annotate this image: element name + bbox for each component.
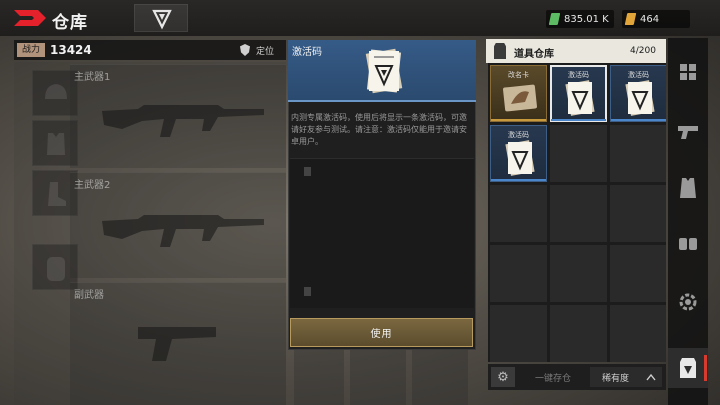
use-button[interactable]: 使用 bbox=[290, 318, 473, 347]
tab-all[interactable] bbox=[668, 52, 708, 92]
inventory-item-activation-code[interactable]: 激活码 bbox=[490, 125, 547, 182]
tab-ammo[interactable] bbox=[668, 224, 708, 264]
green-bill-icon bbox=[548, 13, 561, 25]
gear-icon: ⚙ bbox=[497, 369, 509, 385]
chevron-up-icon bbox=[646, 373, 656, 381]
tab-parts[interactable] bbox=[668, 282, 708, 322]
activation-code-card-icon bbox=[365, 48, 403, 94]
tab-items[interactable] bbox=[668, 348, 708, 388]
empty-inventory-slot[interactable] bbox=[550, 125, 607, 182]
inventory-item-activation-code[interactable]: 激活码 bbox=[550, 65, 607, 122]
secondary-weapon-label: 副武器 bbox=[74, 290, 104, 301]
inventory-bag-icon bbox=[494, 43, 506, 59]
red-d-logo-icon bbox=[14, 10, 46, 26]
activation-code-card-icon bbox=[625, 80, 655, 116]
rarity-bar bbox=[611, 119, 666, 121]
settings-button[interactable]: ⚙ bbox=[491, 367, 515, 387]
rifle-icon bbox=[102, 215, 264, 247]
popup-description: 内测专属激活码，使用后将显示一条激活码，可邀请好友参与测试。请注意：激活码仅能用… bbox=[291, 113, 467, 146]
power-label: 战力 bbox=[17, 43, 45, 57]
bag-icon bbox=[680, 358, 696, 378]
power-value: 13424 bbox=[50, 43, 92, 57]
green-currency: 835.01 K bbox=[546, 10, 614, 28]
inventory-item-rename-card[interactable]: 改名卡 bbox=[490, 65, 547, 122]
empty-inventory-slot[interactable] bbox=[550, 185, 607, 242]
tab-weapons[interactable] bbox=[668, 112, 708, 152]
sort-rarity-button[interactable]: 稀有度 bbox=[590, 367, 662, 387]
empty-inventory-slot[interactable] bbox=[490, 245, 547, 302]
active-tab-marker bbox=[704, 355, 707, 381]
ammo-icon bbox=[679, 238, 697, 250]
pistol-icon bbox=[138, 327, 216, 361]
inventory-grid: 改名卡 激活码 激活码 激活码 bbox=[488, 63, 666, 362]
gold-currency: 464 bbox=[622, 10, 690, 28]
sort-label: 稀有度 bbox=[602, 373, 630, 384]
rarity-bar bbox=[491, 119, 546, 121]
page-title: 仓库 bbox=[52, 13, 88, 33]
rename-card-icon bbox=[503, 84, 537, 112]
small-slot-icon bbox=[304, 167, 311, 176]
empty-inventory-slot[interactable] bbox=[610, 125, 666, 182]
vest-icon bbox=[680, 178, 696, 198]
gear-icon bbox=[679, 293, 697, 311]
pistol-icon bbox=[678, 126, 698, 139]
shield-icon bbox=[240, 44, 250, 56]
filter-button[interactable] bbox=[134, 4, 188, 32]
locate-label: 定位 bbox=[256, 46, 275, 57]
inventory-title: 道具仓库 bbox=[514, 49, 554, 60]
activation-code-card-icon bbox=[505, 140, 535, 176]
primary-weapon-2-label: 主武器2 bbox=[74, 180, 111, 191]
inventory-item-activation-code[interactable]: 激活码 bbox=[610, 65, 666, 122]
activation-code-card-icon bbox=[565, 80, 595, 116]
inventory-count: 4/200 bbox=[630, 46, 656, 56]
empty-inventory-slot[interactable] bbox=[610, 245, 666, 302]
store-all-button[interactable]: 一键存仓 bbox=[522, 367, 584, 387]
empty-inventory-slot[interactable] bbox=[610, 305, 666, 362]
locate-button[interactable]: 定位 bbox=[240, 42, 286, 58]
popup-title: 激活码 bbox=[292, 47, 322, 58]
primary-weapon-1-label: 主武器1 bbox=[74, 72, 111, 83]
gold-currency-value: 464 bbox=[640, 13, 660, 25]
empty-inventory-slot[interactable] bbox=[610, 185, 666, 242]
rarity-bar bbox=[491, 179, 546, 181]
small-slot-icon bbox=[304, 287, 311, 296]
gold-bill-icon bbox=[624, 13, 637, 25]
item-name: 改名卡 bbox=[508, 71, 529, 79]
grid-icon bbox=[680, 64, 696, 80]
popup-body bbox=[290, 158, 474, 308]
back-button[interactable] bbox=[12, 6, 48, 30]
green-currency-value: 835.01 K bbox=[564, 13, 609, 25]
rifle-icon bbox=[102, 105, 264, 137]
v-logo-icon bbox=[152, 9, 172, 30]
empty-inventory-slot[interactable] bbox=[550, 305, 607, 362]
empty-inventory-slot[interactable] bbox=[550, 245, 607, 302]
rarity-bar bbox=[551, 119, 606, 121]
tab-armor[interactable] bbox=[668, 168, 708, 208]
empty-inventory-slot[interactable] bbox=[490, 305, 547, 362]
empty-inventory-slot[interactable] bbox=[490, 185, 547, 242]
